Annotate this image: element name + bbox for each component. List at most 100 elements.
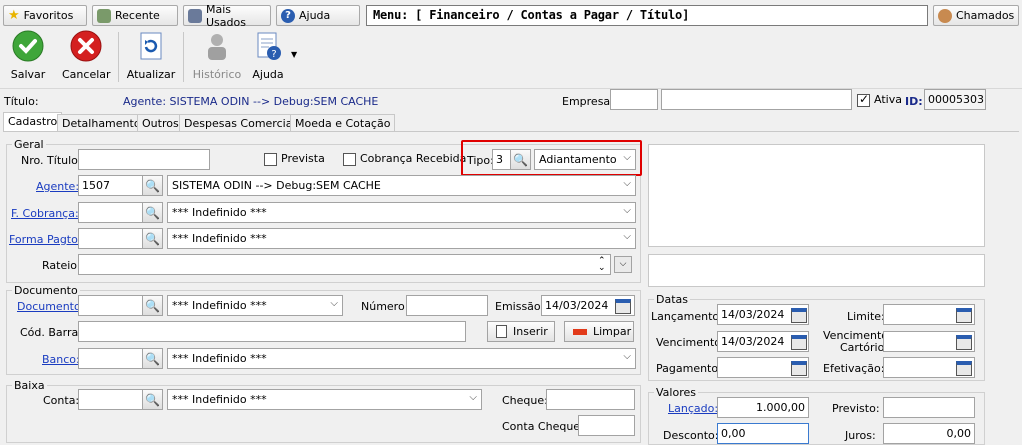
cheque-input[interactable]: [546, 389, 635, 410]
rateio-spinner-icon[interactable]: ⌃ ⌄: [598, 257, 606, 273]
cod-barra-input[interactable]: [78, 321, 466, 342]
conta-cheque-input[interactable]: [578, 415, 635, 436]
mais-usados-icon: [188, 8, 202, 23]
atualizar-button[interactable]: Atualizar: [126, 30, 176, 81]
search-icon: 🔍: [145, 231, 160, 246]
empresa-name-input[interactable]: [661, 89, 852, 110]
agente-link[interactable]: Agente:: [36, 180, 79, 193]
recente-button[interactable]: Recente: [92, 5, 178, 26]
numero-label: Número:: [361, 300, 409, 313]
forma-pagto-select[interactable]: *** Indefinido *** ⌵: [167, 228, 636, 249]
id-value: 00005303: [924, 89, 986, 110]
lancamento-label: Lançamento:: [651, 310, 723, 323]
tipo-select[interactable]: Adiantamento ⌵: [534, 149, 636, 170]
geral-title: Geral: [12, 138, 46, 151]
f-cobranca-search-button[interactable]: 🔍: [142, 202, 163, 223]
conta-code-input[interactable]: [78, 389, 143, 410]
empresa-code-input[interactable]: [610, 89, 658, 110]
ajuda-dropdown-arrow-icon[interactable]: ▼: [291, 50, 297, 59]
rateio-input[interactable]: [78, 254, 611, 275]
documento-search-button[interactable]: 🔍: [142, 295, 163, 316]
search-icon: 🔍: [145, 351, 160, 366]
agente-select[interactable]: SISTEMA ODIN --> Debug:SEM CACHE ⌵: [167, 175, 636, 196]
banco-link[interactable]: Banco:: [42, 353, 80, 366]
inserir-button[interactable]: Inserir: [487, 321, 555, 342]
recent-icon: [97, 8, 111, 23]
tipo-label: Tipo:: [467, 154, 494, 167]
chamados-button[interactable]: Chamados: [933, 5, 1019, 26]
cancelar-button[interactable]: Cancelar: [62, 30, 111, 81]
baixa-title: Baixa: [12, 379, 47, 392]
lancado-link[interactable]: Lançado:: [668, 402, 718, 415]
ajuda-action-button[interactable]: ? Ajuda: [248, 30, 288, 81]
documento-link[interactable]: Documento:: [17, 300, 84, 313]
banco-select[interactable]: *** Indefinido *** ⌵: [167, 348, 636, 369]
salvar-button[interactable]: Salvar: [8, 30, 48, 81]
f-cobranca-select[interactable]: *** Indefinido *** ⌵: [167, 202, 636, 223]
id-label: ID:: [905, 95, 923, 108]
valores-title: Valores: [654, 386, 698, 399]
numero-input[interactable]: [406, 295, 488, 316]
historico-button[interactable]: Histórico: [192, 30, 242, 81]
mais-usados-button[interactable]: Mais Usados: [183, 3, 271, 29]
calendar-icon[interactable]: [956, 361, 972, 376]
calendar-icon[interactable]: [791, 361, 807, 376]
agente-search-button[interactable]: 🔍: [142, 175, 163, 196]
calendar-icon[interactable]: [791, 308, 807, 323]
conta-search-button[interactable]: 🔍: [142, 389, 163, 410]
history-person-icon: [208, 34, 226, 60]
conta-select[interactable]: *** Indefinido *** ⌵: [167, 389, 482, 410]
cancel-icon: [70, 30, 102, 62]
chevron-down-icon: ⌵: [623, 178, 631, 189]
header-agente-text: Agente: SISTEMA ODIN --> Debug:SEM CACHE: [123, 95, 379, 108]
previsto-input[interactable]: [883, 397, 975, 418]
search-icon: 🔍: [145, 392, 160, 407]
f-cobranca-code-input[interactable]: [78, 202, 143, 223]
cobranca-recebida-checkbox[interactable]: Cobrança Recebida: [343, 152, 466, 166]
conta-label: Conta:: [43, 394, 80, 407]
prevista-check-icon: [264, 152, 277, 166]
tab-detalhamento[interactable]: Detalhamento: [57, 114, 146, 131]
calendar-icon[interactable]: [791, 335, 807, 350]
prevista-checkbox[interactable]: Prevista: [264, 152, 325, 166]
tipo-search-button[interactable]: 🔍: [510, 149, 531, 170]
f-cobranca-link[interactable]: F. Cobrança:: [11, 207, 79, 220]
emissao-label: Emissão:: [495, 300, 545, 313]
forma-pagto-link[interactable]: Forma Pagto:: [9, 233, 82, 246]
documento-select[interactable]: *** Indefinido *** ⌵: [167, 295, 343, 316]
documento-code-input[interactable]: [78, 295, 143, 316]
forma-pagto-code-input[interactable]: [78, 228, 143, 249]
previsto-label: Previsto:: [832, 402, 880, 415]
ativa-checkbox[interactable]: ✓ Ativa: [857, 91, 902, 107]
info-textarea[interactable]: [648, 254, 985, 287]
limpar-button[interactable]: Limpar: [564, 321, 634, 342]
observacao-textarea[interactable]: [648, 144, 985, 247]
banco-code-input[interactable]: [78, 348, 143, 369]
search-icon: 🔍: [513, 152, 528, 167]
banco-search-button[interactable]: 🔍: [142, 348, 163, 369]
rateio-dropdown-button[interactable]: ⌵: [614, 256, 632, 273]
calendar-icon[interactable]: [956, 308, 972, 323]
calendar-icon[interactable]: [956, 335, 972, 350]
tab-despesas-comerciais[interactable]: Despesas Comerciais: [179, 114, 307, 131]
search-icon: 🔍: [145, 205, 160, 220]
favoritos-button[interactable]: ★ Favoritos: [3, 5, 87, 26]
nro-titulo-input[interactable]: [78, 149, 210, 170]
efetivacao-label: Efetivação:: [823, 362, 885, 375]
tab-outros[interactable]: Outros: [137, 114, 184, 131]
desconto-input[interactable]: 0,00: [717, 423, 809, 444]
tab-moeda-cotacao[interactable]: Moeda e Cotação: [290, 114, 396, 131]
tab-cadastro[interactable]: Cadastro: [3, 112, 63, 132]
lancado-input[interactable]: 1.000,00: [717, 397, 809, 418]
ajuda-top-button[interactable]: ? Ajuda: [276, 5, 360, 26]
toolbar-separator: [183, 32, 184, 82]
forma-pagto-search-button[interactable]: 🔍: [142, 228, 163, 249]
agente-code-input[interactable]: 1507: [78, 175, 143, 196]
ativa-check-icon: ✓: [857, 91, 870, 107]
cobranca-check-icon: [343, 152, 356, 166]
titulo-label: Título:: [4, 95, 39, 108]
calendar-icon[interactable]: [615, 299, 631, 314]
juros-input[interactable]: 0,00: [883, 423, 975, 444]
tipo-code-input[interactable]: 3: [492, 149, 511, 170]
eraser-icon: [573, 328, 587, 335]
